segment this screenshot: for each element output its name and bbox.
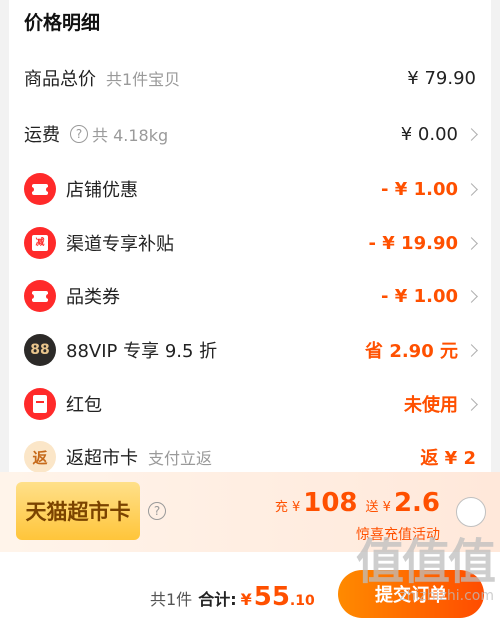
total-currency: ¥ xyxy=(240,590,252,609)
discount-icon: 减 xyxy=(24,227,56,259)
help-icon[interactable]: ? xyxy=(148,502,166,520)
red-packet-icon xyxy=(24,388,56,420)
row-note: 支付立返 xyxy=(148,449,213,468)
chevron-right-icon xyxy=(465,289,478,303)
chevron-right-icon xyxy=(465,127,478,141)
item-count: 共1件 xyxy=(150,590,193,609)
chevron-right-icon xyxy=(465,236,478,250)
coupon-icon xyxy=(24,280,56,312)
watermark-logo: 值值值 xyxy=(355,534,496,590)
coupon-icon xyxy=(24,173,56,205)
row-label: 品类券 xyxy=(66,287,120,308)
offer-bonus: 2.6 xyxy=(393,488,440,518)
section-title: 价格明细 xyxy=(24,12,101,34)
recharge-offer: 充 ¥ 108 送 ¥ 2.6 xyxy=(272,488,440,518)
row-label: 返超市卡 xyxy=(66,448,138,469)
vip-88-icon: 88 xyxy=(24,334,56,366)
row-88vip[interactable]: 88 88VIP 专享 9.5 折 省 2.90 元 xyxy=(0,330,500,370)
row-value: - ¥ 1.00 xyxy=(381,178,458,200)
chevron-right-icon xyxy=(465,343,478,357)
row-value: 未使用 xyxy=(404,395,458,416)
row-label: 商品总价 xyxy=(24,69,96,90)
row-value: 返 ¥ 2 xyxy=(420,448,476,469)
total-decimal: .10 xyxy=(289,593,315,609)
help-icon[interactable]: ? xyxy=(70,125,88,143)
offer-prefix: 充 ¥ xyxy=(274,500,301,515)
row-value: 省 2.90 元 xyxy=(365,341,458,362)
row-note-wrap: ? 共 4.18kg xyxy=(70,122,168,146)
total-label: 合计: xyxy=(198,590,237,609)
row-red-packet[interactable]: 红包 未使用 xyxy=(0,384,500,424)
total-integer: 55 xyxy=(253,582,290,612)
row-value: - ¥ 1.00 xyxy=(381,285,458,307)
row-channel-subsidy[interactable]: 减 渠道专享补贴 - ¥ 19.90 xyxy=(0,223,500,263)
row-label: 渠道专享补贴 xyxy=(66,234,174,255)
row-value: ¥ 0.00 xyxy=(400,123,458,145)
row-label: 红包 xyxy=(66,395,102,416)
cashback-icon: 返 xyxy=(24,441,56,473)
chevron-right-icon xyxy=(465,397,478,411)
row-note: 共 4.18kg xyxy=(92,126,169,145)
row-cashback-card: 返 返超市卡 支付立返 返 ¥ 2 xyxy=(0,437,500,477)
watermark: 值值值 zhizhizhi.com xyxy=(355,522,496,604)
offer-amount: 108 xyxy=(303,488,358,518)
row-value: ¥ 79.90 xyxy=(407,67,476,89)
row-shipping[interactable]: 运费 ? 共 4.18kg ¥ 0.00 xyxy=(0,114,500,154)
offer-mid: 送 ¥ xyxy=(365,500,391,515)
row-label: 运费 xyxy=(24,125,60,146)
supermarket-card-tag: 天猫超市卡 xyxy=(16,482,140,540)
row-goods-total: 商品总价 共1件宝贝 ¥ 79.90 xyxy=(0,58,500,98)
row-value: - ¥ 19.90 xyxy=(368,232,458,254)
row-category-coupon[interactable]: 品类券 - ¥ 1.00 xyxy=(0,276,500,316)
row-label: 88VIP 专享 9.5 折 xyxy=(66,341,218,362)
order-summary: 共1件 合计: ¥ 55 .10 xyxy=(150,582,315,612)
row-label: 店铺优惠 xyxy=(66,180,138,201)
row-store-discount[interactable]: 店铺优惠 - ¥ 1.00 xyxy=(0,169,500,209)
row-note: 共1件宝贝 xyxy=(106,70,181,89)
chevron-right-icon xyxy=(465,182,478,196)
